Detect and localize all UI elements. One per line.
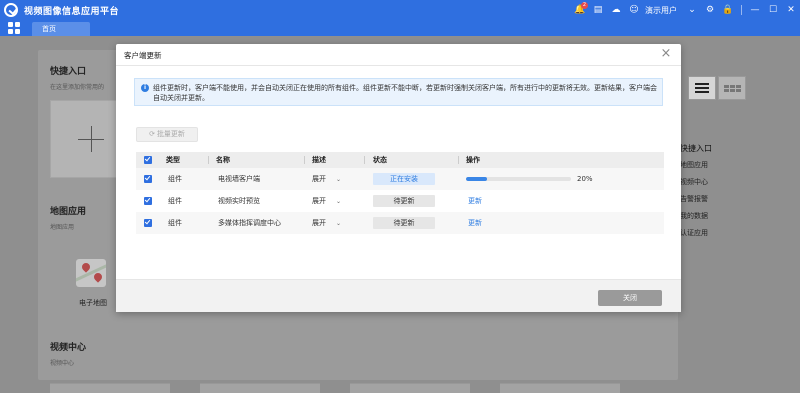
user-avatar-icon[interactable]: ☺: [625, 0, 643, 20]
video-center-cards: [50, 383, 670, 393]
status-badge: 正在安装: [373, 173, 435, 185]
row-checkbox[interactable]: [144, 219, 152, 227]
table-row: 组件 多媒体指挥调度中心 展开 ⌄ 待更新 更新: [136, 212, 664, 234]
window-close-icon[interactable]: ✕: [782, 0, 800, 20]
map-icon: [76, 259, 106, 287]
install-progress-fill: [466, 177, 487, 181]
refresh-icon: ⟳: [149, 130, 155, 138]
row-type: 组件: [168, 197, 182, 205]
close-icon[interactable]: ×: [659, 47, 673, 61]
progress-percent: 20%: [577, 175, 593, 183]
table-header: 类型 名称 描述 状态 操作: [136, 152, 664, 168]
row-name: 视频实时预览: [218, 197, 260, 205]
chevron-down-icon: ⌄: [336, 220, 342, 227]
minimize-icon[interactable]: —: [746, 0, 764, 20]
download-icon[interactable]: ☁: [607, 0, 625, 20]
title-bar: 视频图像信息应用平台 🔔 2 ▤ ☁ ☺ 演示用户 ⌄ ⚙ 🔒 — ☐ ✕: [0, 0, 800, 20]
divider: [741, 5, 742, 15]
column-type: 类型: [166, 156, 180, 164]
table-row: 组件 视频实时预览 展开 ⌄ 待更新 更新: [136, 190, 664, 212]
video-center-subtitle: 视频中心: [50, 360, 75, 367]
notification-bell-icon[interactable]: 🔔 2: [571, 0, 589, 20]
grid-view-toggle[interactable]: [718, 76, 746, 100]
video-card[interactable]: [50, 383, 170, 393]
tab-strip: 首页: [0, 20, 800, 36]
settings-icon[interactable]: ⚙: [701, 0, 719, 20]
grid-view-icon: [723, 84, 741, 92]
row-description-expand[interactable]: 展开 ⌄: [312, 215, 341, 232]
status-badge: 待更新: [373, 217, 435, 229]
right-list-item[interactable]: 我的数据: [680, 208, 712, 225]
notice-text: 组件更新时，客户端不能使用，并会自动关闭正在使用的所有组件。组件更新不能中断，若…: [153, 84, 657, 102]
row-type: 组件: [168, 219, 182, 227]
dialog-footer: 关闭: [116, 279, 681, 312]
right-shortcut-list: 快捷入口 地图应用 视频中心 告警报警 我的数据 认证应用: [680, 140, 712, 242]
video-center-title: 视频中心: [50, 343, 87, 353]
maximize-icon[interactable]: ☐: [764, 0, 782, 20]
row-type: 组件: [168, 175, 182, 183]
row-description-expand[interactable]: 展开 ⌄: [312, 193, 341, 210]
row-description-expand[interactable]: 展开 ⌄: [312, 171, 341, 188]
select-all-checkbox[interactable]: [144, 156, 152, 164]
client-update-dialog: 客户端更新 × i 组件更新时，客户端不能使用，并会自动关闭正在使用的所有组件。…: [116, 44, 681, 312]
tab-home[interactable]: 首页: [32, 22, 90, 36]
row-checkbox[interactable]: [144, 197, 152, 205]
notification-badge: 2: [581, 2, 588, 9]
video-card[interactable]: [200, 383, 320, 393]
chevron-down-icon: ⌄: [336, 176, 342, 183]
map-app-title: 地图应用: [50, 207, 87, 217]
video-card[interactable]: [500, 383, 620, 393]
install-progress-bar: [466, 177, 571, 181]
info-icon: i: [141, 84, 149, 92]
update-link[interactable]: 更新: [468, 215, 482, 231]
batch-update-button[interactable]: ⟳ 批量更新: [136, 127, 198, 142]
column-description: 描述: [312, 156, 326, 164]
chevron-down-icon: ⌄: [336, 198, 342, 205]
dialog-title: 客户端更新: [124, 51, 162, 60]
app-grid-icon[interactable]: [8, 22, 20, 34]
right-list-item[interactable]: 认证应用: [680, 225, 712, 242]
row-checkbox[interactable]: [144, 175, 152, 183]
video-card[interactable]: [350, 383, 470, 393]
list-view-toggle[interactable]: [688, 76, 716, 100]
app-logo-icon: [4, 3, 18, 17]
right-list-item[interactable]: 视频中心: [680, 174, 712, 191]
app-title: 视频图像信息应用平台: [24, 6, 120, 17]
column-name: 名称: [216, 156, 230, 164]
map-app-subtitle: 地图应用: [50, 224, 75, 231]
chevron-down-icon[interactable]: ⌄: [683, 0, 701, 20]
message-icon[interactable]: ▤: [589, 0, 607, 20]
title-bar-controls: 🔔 2 ▤ ☁ ☺ 演示用户 ⌄ ⚙ 🔒 — ☐ ✕: [571, 0, 800, 20]
right-list-title: 快捷入口: [680, 144, 712, 153]
update-notice: i 组件更新时，客户端不能使用，并会自动关闭正在使用的所有组件。组件更新不能中断…: [134, 78, 663, 106]
right-list-item[interactable]: 地图应用: [680, 157, 712, 174]
close-button[interactable]: 关闭: [598, 290, 662, 306]
user-name[interactable]: 演示用户: [645, 5, 677, 16]
row-name: 多媒体指挥调度中心: [218, 219, 281, 227]
lock-icon[interactable]: 🔒: [719, 0, 737, 20]
quick-entry-title: 快捷入口: [50, 67, 87, 77]
status-badge: 待更新: [373, 195, 435, 207]
column-status: 状态: [373, 156, 387, 164]
right-list-item[interactable]: 告警报警: [680, 191, 712, 208]
column-action: 操作: [466, 156, 480, 164]
dialog-header: 客户端更新 ×: [116, 44, 681, 66]
row-name: 电视墙客户端: [218, 175, 260, 183]
quick-entry-subtitle: 在这里添加你常用的: [50, 84, 105, 91]
table-row: 组件 电视墙客户端 展开 ⌄ 正在安装 20%: [136, 168, 664, 190]
update-link[interactable]: 更新: [468, 193, 482, 209]
list-view-icon: [695, 81, 709, 95]
batch-update-label: 批量更新: [156, 130, 185, 138]
